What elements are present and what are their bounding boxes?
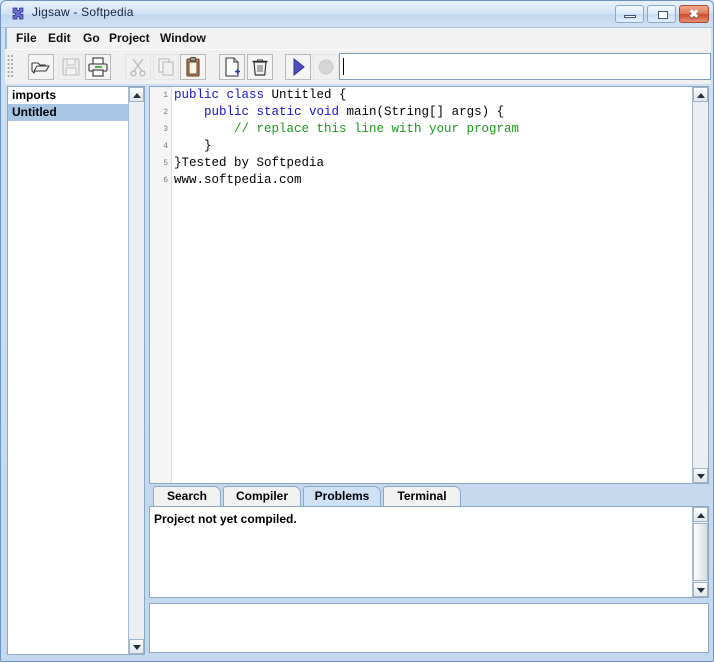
new-document-icon — [225, 57, 240, 77]
code-line: // replace this line with your program — [174, 121, 686, 138]
printer-icon — [88, 57, 108, 77]
tab-terminal[interactable]: Terminal — [383, 486, 461, 506]
problems-scroll-up-button[interactable] — [693, 507, 708, 522]
run-button[interactable] — [285, 54, 311, 80]
chevron-up-icon — [697, 93, 705, 98]
code-token: public class — [174, 88, 272, 102]
editor-scroll-down-button[interactable] — [693, 468, 708, 483]
title-bar[interactable]: Jigsaw - Softpedia ✖ — [1, 1, 713, 28]
toolbar — [5, 49, 711, 84]
close-button[interactable]: ✖ — [679, 5, 709, 23]
code-line: public class Untitled { — [174, 87, 686, 104]
code-token: www.softpedia.com — [174, 173, 302, 187]
chevron-up-icon — [697, 513, 705, 518]
line-number-gutter: 1 2 3 4 5 6 — [150, 87, 172, 483]
editor-scroll-up-button[interactable] — [693, 87, 708, 102]
problems-panel[interactable]: Project not yet compiled. — [149, 506, 709, 598]
close-icon: ✖ — [688, 7, 700, 21]
line-number: 6 — [163, 176, 168, 185]
chevron-down-icon — [697, 588, 705, 593]
editor-scrollbar[interactable] — [692, 87, 708, 483]
bottom-tab-strip: Search Compiler Problems Terminal — [149, 486, 709, 506]
menu-project[interactable]: Project — [104, 31, 155, 45]
code-line: public static void main(String[] args) { — [174, 104, 686, 121]
line-number: 3 — [163, 125, 168, 134]
code-token: } — [174, 139, 212, 153]
code-line: }Tested by Softpedia — [174, 155, 686, 172]
menu-file[interactable]: File — [11, 31, 42, 45]
text-cursor — [343, 58, 344, 75]
line-number: 5 — [163, 159, 168, 168]
sidebar-scroll-up-button[interactable] — [129, 87, 144, 102]
code-line: } — [174, 138, 686, 155]
chevron-down-icon — [697, 474, 705, 479]
open-folder-button[interactable] — [28, 54, 54, 80]
open-folder-icon — [31, 62, 50, 74]
copy-pages-icon — [158, 58, 174, 76]
stop-circle-icon — [318, 59, 334, 75]
code-token: // replace this line with your program — [234, 122, 520, 136]
scissors-icon — [130, 58, 146, 77]
code-token: main(String[] args) { — [346, 105, 505, 119]
line-number: 2 — [163, 108, 168, 117]
save-button — [58, 54, 84, 80]
menu-window[interactable]: Window — [155, 31, 211, 45]
play-triangle-icon — [293, 57, 305, 77]
code-editor-panel[interactable]: 1 2 3 4 5 6 public class Untitled { publ… — [149, 86, 709, 484]
minimize-icon — [624, 15, 636, 18]
minimize-button[interactable] — [615, 5, 644, 23]
sidebar-scroll-down-button[interactable] — [129, 639, 144, 654]
problems-scroll-down-button[interactable] — [693, 582, 708, 597]
stop-button — [313, 54, 339, 80]
menu-bar: File Edit Go Project Window — [5, 28, 711, 49]
chevron-down-icon — [133, 645, 141, 650]
code-token: }Tested by Softpedia — [174, 156, 325, 170]
maximize-button[interactable] — [647, 5, 676, 23]
delete-button[interactable] — [247, 54, 273, 80]
cut-button — [125, 54, 151, 80]
menu-edit[interactable]: Edit — [43, 31, 76, 45]
tab-compiler[interactable]: Compiler — [223, 486, 301, 506]
menu-go[interactable]: Go — [78, 31, 105, 45]
application-window: Jigsaw - Softpedia ✖ File Edit Go Projec… — [0, 0, 714, 662]
tab-search[interactable]: Search — [153, 486, 221, 506]
toolbar-drag-handle[interactable] — [7, 54, 14, 80]
paste-button[interactable] — [180, 54, 206, 80]
jigsaw-puzzle-icon — [12, 7, 24, 20]
problems-message: Project not yet compiled. — [154, 512, 297, 526]
code-line: www.softpedia.com — [174, 172, 686, 189]
line-number: 1 — [163, 91, 168, 100]
maximize-icon — [658, 11, 668, 19]
window-title: Jigsaw - Softpedia — [32, 5, 134, 19]
print-button[interactable] — [85, 54, 111, 80]
copy-button — [153, 54, 179, 80]
code-text-area[interactable]: public class Untitled { public static vo… — [174, 87, 686, 189]
sidebar-scrollbar[interactable] — [128, 87, 144, 654]
floppy-disk-icon — [62, 58, 80, 76]
line-number: 4 — [163, 142, 168, 151]
chevron-up-icon — [133, 93, 141, 98]
tab-problems[interactable]: Problems — [303, 486, 381, 506]
problems-scroll-thumb[interactable] — [693, 523, 708, 581]
clipboard-icon — [186, 57, 200, 77]
sidebar-item-imports[interactable]: imports — [8, 87, 128, 104]
sidebar-item-untitled[interactable]: Untitled — [8, 104, 128, 121]
trash-can-icon — [252, 59, 268, 76]
console-input-field[interactable] — [149, 603, 709, 653]
new-file-button[interactable] — [219, 54, 245, 80]
problems-scrollbar[interactable] — [692, 507, 708, 597]
toolbar-text-input[interactable] — [339, 53, 711, 80]
project-tree-panel[interactable]: imports Untitled — [7, 86, 145, 655]
code-token: Untitled { — [271, 88, 347, 102]
code-token: public static void — [204, 105, 347, 119]
